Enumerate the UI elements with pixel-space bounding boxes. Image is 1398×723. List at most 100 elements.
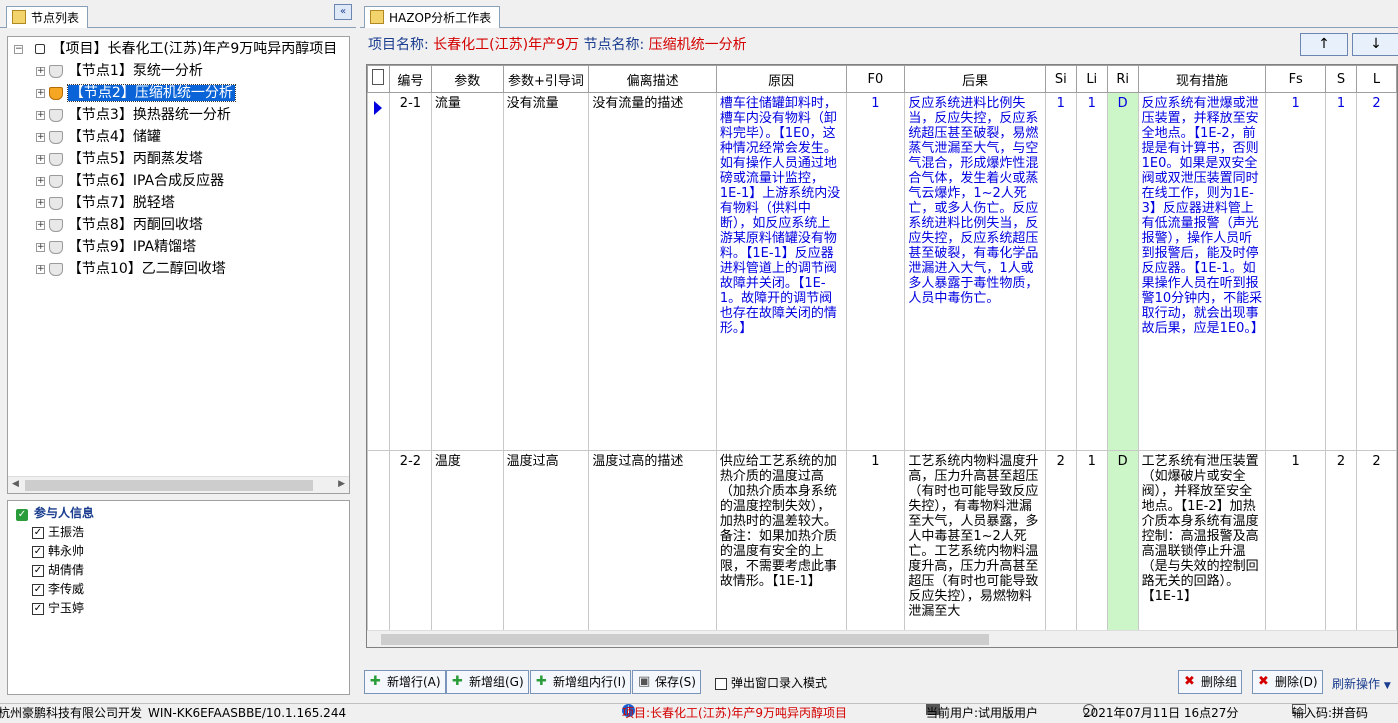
cell-param[interactable]: 流量 (430, 92, 504, 451)
column-header[interactable]: 编号 (388, 65, 432, 93)
cell-fs[interactable]: 1 (1265, 450, 1327, 647)
tree-node[interactable]: + 【节点8】丙酮回收塔 (36, 214, 203, 236)
cell-l[interactable]: 2 (1356, 450, 1397, 647)
cell-deviation[interactable]: 没有流量的描述 (588, 92, 717, 451)
cell-f0[interactable]: 1 (845, 450, 906, 647)
delete-group-button[interactable]: ✖ 删除组 (1178, 670, 1243, 694)
cell-consequence[interactable]: 工艺系统内物料温度升高，压力升高甚至超压（有时也可能导致反应失控），有毒物料泄漏… (904, 450, 1046, 647)
add-group-button[interactable]: ✚ 新增组(G) (446, 670, 529, 694)
column-header[interactable]: L (1356, 65, 1397, 93)
expand-icon[interactable]: + (36, 198, 45, 208)
column-header[interactable]: 后果 (904, 65, 1046, 93)
scroll-right-icon[interactable]: ▶ (338, 479, 345, 489)
tree-node[interactable]: + 【节点1】泵统一分析 (36, 60, 203, 82)
tree-node[interactable]: + 【节点5】丙酮蒸发塔 (36, 148, 203, 170)
participant-item[interactable]: ✓ 宁玉婷 (32, 599, 84, 617)
column-header[interactable]: Si (1044, 65, 1077, 93)
column-header[interactable]: S (1325, 65, 1358, 93)
tree-node[interactable]: + 【节点9】IPA精馏塔 (36, 236, 196, 258)
cell-deviation[interactable]: 温度过高的描述 (588, 450, 717, 647)
tree-node[interactable]: + 【节点4】储罐 (36, 126, 161, 148)
cell-id[interactable]: 2-1 (388, 92, 432, 451)
tree-node[interactable]: + 【节点10】乙二醇回收塔 (36, 258, 226, 280)
column-header[interactable]: 现有措施 (1137, 65, 1267, 93)
expand-icon[interactable]: + (36, 242, 45, 252)
column-header[interactable]: 原因 (715, 65, 847, 93)
expand-icon[interactable]: + (36, 110, 45, 120)
participant-item[interactable]: ✓ 王振浩 (32, 523, 84, 541)
cell-cause[interactable]: 供应给工艺系统的加热介质的温度过高（加热介质本身系统的温度控制失效），加热时的温… (715, 450, 847, 647)
cell-l[interactable]: 2 (1356, 92, 1397, 451)
expand-icon[interactable]: + (36, 264, 45, 274)
participant-checkbox[interactable]: ✓ (32, 526, 44, 539)
add-group-row-button[interactable]: ✚ 新增组内行(I) (530, 670, 631, 694)
cell-si[interactable]: 2 (1044, 450, 1077, 647)
participant-checkbox[interactable]: ✓ (32, 545, 44, 558)
delete-button[interactable]: ✖ 删除(D) (1252, 670, 1323, 694)
cell-fs[interactable]: 1 (1265, 92, 1327, 451)
move-down-button[interactable]: ↓ (1352, 33, 1398, 56)
tree-root[interactable]: − 【项目】长春化工(江苏)年产9万吨异丙醇项目 (14, 38, 337, 60)
cell-measures[interactable]: 工艺系统有泄压装置（如爆破片或安全阀），并释放至安全地点。【1E-2】加热介质本… (1137, 450, 1267, 647)
cell-guideword[interactable]: 没有流量 (502, 92, 590, 451)
cell-ri[interactable]: D (1106, 450, 1139, 647)
cell-guideword[interactable]: 温度过高 (502, 450, 590, 647)
expand-icon[interactable]: + (36, 220, 45, 230)
participant-item[interactable]: ✓ 胡倩倩 (32, 561, 84, 579)
grid-corner[interactable] (367, 65, 390, 93)
tree-node[interactable]: + 【节点6】IPA合成反应器 (36, 170, 224, 192)
cell-si[interactable]: 1 (1044, 92, 1077, 451)
grid-scroll-thumb[interactable] (381, 634, 989, 645)
participant-item[interactable]: ✓ 李传威 (32, 580, 84, 598)
scroll-left-icon[interactable]: ◀ (12, 479, 19, 489)
tree-node[interactable]: + 【节点2】压缩机统一分析 (36, 82, 236, 104)
expand-icon[interactable]: + (36, 176, 45, 186)
expand-icon[interactable]: + (36, 132, 45, 142)
table-row[interactable]: 2-1 流量 没有流量 没有流量的描述 槽车往储罐卸料时，槽车内没有物料（卸料完毕）。【… (367, 92, 1397, 451)
expand-icon[interactable]: + (36, 66, 45, 76)
column-header[interactable]: Fs (1265, 65, 1327, 93)
expand-icon[interactable]: + (36, 154, 45, 164)
cell-cause[interactable]: 槽车往储罐卸料时，槽车内没有物料（卸料完毕）。【1E0，这种情况经常会发生。如有… (715, 92, 847, 451)
participant-item[interactable]: ✓ 韩永帅 (32, 542, 84, 560)
hazop-grid[interactable]: 编号 参数 参数+引导词 偏离描述 原因 F0 后果 Si Li Ri 现有措施 Fs S L 2-1 流量… (366, 64, 1398, 648)
cell-s[interactable]: 1 (1325, 92, 1358, 451)
column-header[interactable]: F0 (845, 65, 906, 93)
column-header[interactable]: 参数+引导词 (502, 65, 590, 93)
popup-mode-box[interactable] (715, 677, 727, 690)
cell-measures[interactable]: 反应系统有泄爆或泄压装置，并释放至安全地点。【1E-2，前提是有计算书，否则1E… (1137, 92, 1267, 451)
cell-s[interactable]: 2 (1325, 450, 1358, 647)
collapse-icon[interactable]: − (14, 44, 23, 54)
cell-param[interactable]: 温度 (430, 450, 504, 647)
cell-f0[interactable]: 1 (845, 92, 906, 451)
tree-horizontal-scrollbar[interactable]: ◀ ▶ (8, 476, 349, 493)
cell-li[interactable]: 1 (1075, 450, 1108, 647)
collapse-panel-icon[interactable]: « (334, 4, 352, 20)
column-header[interactable]: Li (1075, 65, 1108, 93)
tab-node-list[interactable]: 节点列表 (6, 6, 89, 28)
scroll-thumb[interactable] (25, 480, 313, 491)
table-row[interactable]: 2-2 温度 温度过高 温度过高的描述 供应给工艺系统的加热介质的温度过高（加热介质本身… (367, 450, 1397, 647)
node-tree[interactable]: − 【项目】长春化工(江苏)年产9万吨异丙醇项目 + 【节点1】泵统一分析 + 【… (7, 36, 350, 494)
participant-checkbox[interactable]: ✓ (32, 583, 44, 596)
save-button[interactable]: ▣ 保存(S) (632, 670, 701, 694)
cell-consequence[interactable]: 反应系统进料比例失当，反应失控，反应系统超压甚至破裂，易燃蒸气泄漏至大气，与空气… (904, 92, 1046, 451)
cell-ri[interactable]: D (1106, 92, 1139, 451)
cell-li[interactable]: 1 (1075, 92, 1108, 451)
row-indicator[interactable] (367, 450, 390, 647)
add-row-button[interactable]: ✚ 新增行(A) (364, 670, 446, 694)
participant-checkbox[interactable]: ✓ (32, 602, 44, 615)
participant-checkbox[interactable]: ✓ (32, 564, 44, 577)
move-up-button[interactable]: ↑ (1300, 33, 1348, 56)
column-header[interactable]: 参数 (430, 65, 504, 93)
expand-icon[interactable]: + (36, 88, 45, 98)
column-header[interactable]: 偏离描述 (588, 65, 717, 93)
row-indicator[interactable] (367, 92, 390, 451)
grid-horizontal-scrollbar[interactable] (367, 630, 1397, 647)
cell-id[interactable]: 2-2 (388, 450, 432, 647)
tab-hazop-worksheet[interactable]: HAZOP分析工作表 (364, 6, 501, 28)
tree-node[interactable]: + 【节点3】换热器统一分析 (36, 104, 231, 126)
tree-node[interactable]: + 【节点7】脱轻塔 (36, 192, 175, 214)
popup-mode-checkbox[interactable]: 弹出窗口录入模式 (715, 676, 827, 690)
column-header[interactable]: Ri (1106, 65, 1139, 93)
